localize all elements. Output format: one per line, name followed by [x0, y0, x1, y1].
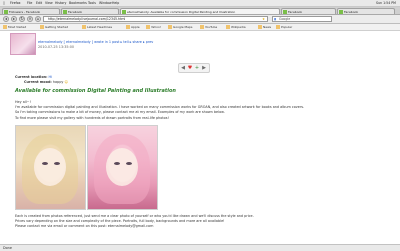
reload-icon[interactable]: ↻ — [19, 16, 25, 22]
bookmark-icon — [226, 25, 230, 29]
bookmark-icon — [126, 25, 130, 29]
bookmark-item[interactable]: Most Visited — [3, 25, 26, 29]
artwork-eye — [126, 162, 132, 165]
post-contact: Please contact me via email or comment o… — [15, 224, 154, 228]
menu-history[interactable]: History — [55, 1, 66, 5]
post-paragraph: So I'm taking commissions to make a bit … — [15, 110, 225, 114]
mood-icon: ☺ — [64, 80, 68, 84]
post-caption: Prices vary depending on the size and co… — [15, 219, 225, 223]
search-input[interactable]: g Google — [272, 16, 332, 22]
bookmark-item[interactable]: Google Maps — [168, 25, 192, 29]
favicon-icon — [4, 10, 8, 14]
menu-window[interactable]: Window — [99, 1, 112, 5]
post-caption: Each is created from photos referenced, … — [15, 214, 254, 218]
menu-file[interactable]: File — [27, 1, 32, 5]
menu-view[interactable]: View — [45, 1, 53, 5]
post-author-line[interactable]: eternalmelody [ eternalmelody ] wrote in… — [38, 40, 238, 44]
menu-firefox[interactable]: Firefox — [10, 1, 21, 5]
bookmark-icon — [40, 25, 44, 29]
bookmark-icon — [3, 25, 7, 29]
search-engine-icon: g — [274, 17, 277, 21]
menu-bookmarks[interactable]: Bookmarks — [69, 1, 87, 5]
menu-tools[interactable]: Tools — [88, 1, 96, 5]
post-greeting: Hey all~! — [15, 100, 31, 104]
home-icon[interactable]: ⌂ — [35, 16, 41, 22]
post-paragraph: To find more please visit my gallery wit… — [15, 116, 169, 120]
bookmark-item[interactable]: News — [258, 25, 271, 29]
tab-4[interactable]: Facebook — [281, 8, 336, 14]
favicon-icon — [63, 10, 67, 14]
artwork-face — [34, 148, 66, 186]
menu-bar:  Firefox File Edit View History Bookmar… — [0, 0, 400, 7]
bookmark-item[interactable]: Apple — [126, 25, 140, 29]
tab-bar: Followers - Facebook Facebook eternalmel… — [0, 7, 400, 15]
menu-help[interactable]: Help — [112, 1, 119, 5]
post-paragraph: I'm available for commission digital pai… — [15, 105, 305, 109]
favicon-icon — [283, 10, 287, 14]
favicon-icon — [339, 10, 343, 14]
plus-icon[interactable]: + — [194, 65, 200, 71]
bookmark-item[interactable]: YouTube — [200, 25, 217, 29]
bookmarks-bar: Most Visited Getting Started Latest Head… — [0, 24, 400, 31]
bookmark-icon — [146, 25, 150, 29]
artwork-image-blonde[interactable] — [15, 125, 86, 210]
tab-3[interactable]: eternalmelody: Available for commission … — [120, 8, 280, 14]
menu-edit[interactable]: Edit — [36, 1, 42, 5]
artwork-eye — [54, 162, 60, 165]
artwork-eye — [42, 162, 48, 165]
bookmark-star-icon[interactable]: ★ — [262, 17, 265, 21]
stop-icon[interactable]: × — [27, 16, 33, 22]
bookmark-icon — [200, 25, 204, 29]
current-mood: Current mood: happy ☺ — [24, 80, 68, 84]
bookmark-item[interactable]: Getting Started — [40, 25, 68, 29]
bookmark-item[interactable]: Latest Headlines — [82, 25, 112, 29]
artwork-image-pink[interactable] — [87, 125, 158, 210]
bookmark-icon — [258, 25, 262, 29]
url-input[interactable]: http://eternalmelody.livejournal.com/123… — [43, 16, 268, 22]
current-location: Current location: Hi — [15, 75, 53, 79]
back-icon[interactable]: ◂ — [3, 16, 9, 22]
bookmark-icon — [276, 25, 280, 29]
bookmark-icon — [168, 25, 172, 29]
user-avatar[interactable] — [10, 33, 36, 55]
bookmark-item[interactable]: Popular — [276, 25, 292, 29]
nav-toolbar: ◂ ▸ ↻ × ⌂ http://eternalmelody.livejourn… — [0, 15, 400, 24]
artwork-eye — [114, 162, 120, 165]
artwork-face — [106, 148, 138, 186]
left-arrow-icon[interactable]: ◀ — [180, 65, 186, 71]
post-date: 2010-07-25 13:35:00 — [38, 45, 75, 49]
bookmark-icon — [82, 25, 86, 29]
right-arrow-icon[interactable]: ▶ — [201, 65, 207, 71]
tab-5[interactable]: Facebook — [337, 8, 395, 14]
post-title: Available for commission Digital Paintin… — [15, 88, 176, 94]
forward-icon[interactable]: ▸ — [11, 16, 17, 22]
status-text: Done — [3, 246, 12, 250]
tab-1[interactable]: Followers - Facebook — [2, 8, 60, 14]
apple-menu-icon[interactable]:  — [3, 1, 5, 5]
bookmark-item[interactable]: Yahoo! — [146, 25, 161, 29]
entry-controls: ◀ ♥ + ▶ — [178, 63, 210, 73]
tab-2[interactable]: Facebook — [61, 8, 119, 14]
favicon-icon — [122, 10, 126, 14]
bookmark-item[interactable]: Wikipedia — [226, 25, 246, 29]
heart-icon[interactable]: ♥ — [187, 65, 193, 71]
menu-clock: Sun 1:54 PM — [376, 1, 396, 5]
